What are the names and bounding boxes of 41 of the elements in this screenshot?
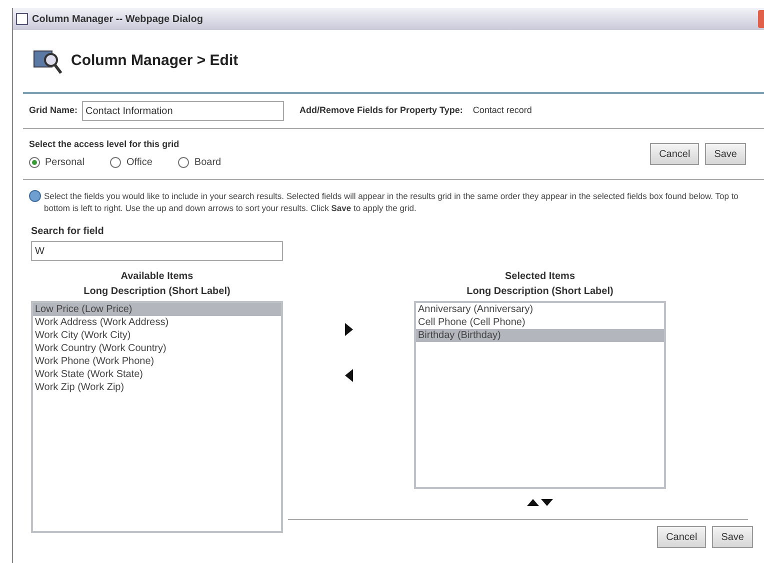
field-label: Add/Remove Fields for Property Type: <box>300 104 463 118</box>
list-item[interactable]: Work Zip (Work Zip) <box>33 381 281 394</box>
list-item[interactable]: Low Price (Low Price) <box>33 303 281 316</box>
radio-icon[interactable] <box>178 157 190 168</box>
dialog-button[interactable]: Cancel <box>650 143 700 165</box>
list-item[interactable]: Work Address (Work Address) <box>33 316 281 329</box>
dialog-button[interactable]: Save <box>705 143 746 165</box>
list-title: Selected Items <box>504 270 576 284</box>
radio-icon[interactable] <box>29 157 40 168</box>
list-subtitle: Long Description (Short Label) <box>466 285 614 299</box>
list-item[interactable]: Cell Phone (Cell Phone) <box>416 316 664 329</box>
info-text: Select the fields you would like to include in your search results. Selected fields will appear in the results grid in the same order they appear in the selected fields box found below. Top to bottom is left to right. Use the up and down arrows to sort your results. Click Save to apply the grid. <box>44 190 740 214</box>
list-item[interactable]: Work City (Work City) <box>33 329 281 342</box>
list-title: Available Items <box>120 270 194 284</box>
list-item[interactable]: Work Phone (Work Phone) <box>33 355 281 368</box>
grid-name-field[interactable]: Contact Information <box>82 101 284 121</box>
radio-option[interactable]: Board <box>178 155 222 170</box>
move-up-icon[interactable] <box>527 499 539 506</box>
search-label: Search for field <box>31 225 105 239</box>
dialog-button[interactable]: Cancel <box>657 526 706 548</box>
move-left-icon[interactable] <box>344 369 352 382</box>
page-title: Column Manager > Edit <box>71 50 238 71</box>
move-down-icon[interactable] <box>541 499 553 506</box>
list-item[interactable]: Anniversary (Anniversary) <box>416 303 664 316</box>
list-box[interactable]: Low Price (Low Price) Work Address (Work Address) Work City (Work City) Work Country (Work Country) Work Phone (Work Phone) Work State (Work State) Work Zip (Work Zip) <box>31 301 283 533</box>
move-right-icon[interactable] <box>344 323 352 336</box>
radio-option[interactable]: Office <box>110 155 152 170</box>
radio-option[interactable]: Personal <box>29 155 84 170</box>
field-label: Grid Name: <box>29 104 78 118</box>
list-item[interactable]: Work Country (Work Country) <box>33 342 281 355</box>
list-box[interactable]: Anniversary (Anniversary) Cell Phone (Cell Phone) Birthday (Birthday) <box>414 301 666 489</box>
property-type-value: Contact record <box>472 104 532 118</box>
window-title: Column Manager -- Webpage Dialog <box>32 12 203 26</box>
list-item[interactable]: Work State (Work State) <box>33 368 281 381</box>
access-level-label: Select the access level for this grid <box>29 138 180 151</box>
dialog-button[interactable]: Save <box>712 526 753 548</box>
list-subtitle: Long Description (Short Label) <box>84 285 230 299</box>
list-item[interactable]: Birthday (Birthday) <box>416 329 664 342</box>
info-icon <box>29 190 41 202</box>
search-field[interactable]: W <box>31 241 283 261</box>
radio-icon[interactable] <box>110 157 122 168</box>
